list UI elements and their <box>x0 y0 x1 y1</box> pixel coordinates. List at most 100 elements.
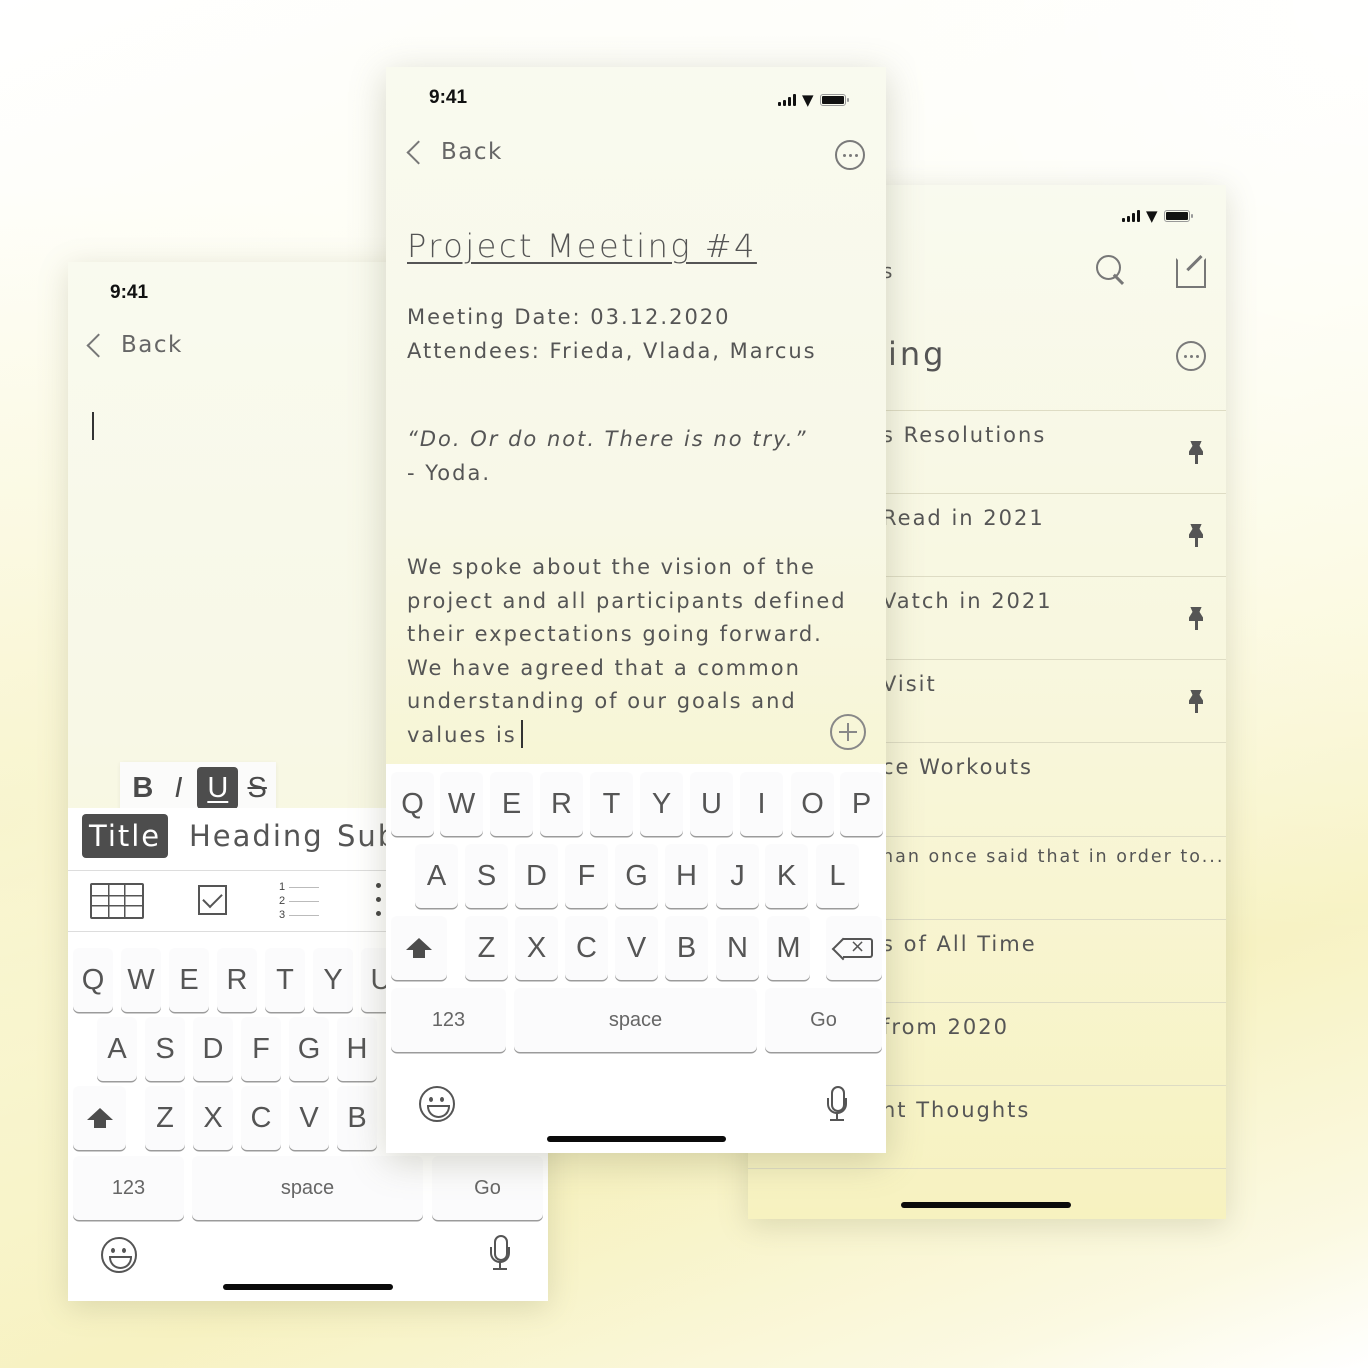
battery-icon <box>819 94 849 106</box>
numbers-key[interactable]: 123 <box>73 1156 184 1220</box>
key-a[interactable]: A <box>415 844 458 908</box>
key-z[interactable]: Z <box>465 916 508 980</box>
key-s[interactable]: S <box>145 1017 185 1081</box>
search-icon[interactable] <box>1096 255 1128 287</box>
note-body[interactable]: We spoke about the vision of the project… <box>407 551 867 753</box>
note-title: ce Workouts <box>882 755 1033 779</box>
pin-icon[interactable] <box>1186 607 1206 633</box>
pin-icon[interactable] <box>1186 441 1206 467</box>
key-m[interactable]: M <box>767 916 810 980</box>
more-options-icon[interactable] <box>1176 341 1206 371</box>
key-f[interactable]: F <box>565 844 608 908</box>
note-quote[interactable]: “Do. Or do not. There is no try.” - Yoda… <box>407 423 807 490</box>
numbers-key[interactable]: 123 <box>391 988 506 1052</box>
key-j[interactable]: J <box>716 844 759 908</box>
key-w[interactable]: W <box>440 772 483 836</box>
key-b[interactable]: B <box>665 916 708 980</box>
quote-author: - Yoda. <box>407 460 492 485</box>
note-title: Read in 2021 <box>882 506 1045 530</box>
key-g[interactable]: G <box>289 1017 329 1081</box>
note-title[interactable]: Project Meeting #4 <box>407 227 757 265</box>
body-line: their expectations going forward. <box>407 622 823 647</box>
add-attachment-icon[interactable] <box>830 714 866 750</box>
key-x[interactable]: X <box>515 916 558 980</box>
home-indicator[interactable] <box>223 1284 393 1290</box>
key-y[interactable]: Y <box>640 772 683 836</box>
key-l[interactable]: L <box>816 844 859 908</box>
key-v[interactable]: V <box>615 916 658 980</box>
key-h[interactable]: H <box>337 1017 377 1081</box>
key-k[interactable]: K <box>765 844 808 908</box>
key-n[interactable]: N <box>716 916 759 980</box>
status-icons: ▼ <box>778 91 849 109</box>
checklist-icon[interactable] <box>198 885 227 915</box>
list-number: 2 <box>279 895 286 907</box>
space-key[interactable]: space <box>192 1156 423 1220</box>
key-d[interactable]: D <box>515 844 558 908</box>
chevron-left-icon <box>406 139 431 165</box>
style-title[interactable]: Title <box>82 814 169 858</box>
key-u[interactable]: U <box>690 772 733 836</box>
microphone-icon[interactable] <box>489 1235 511 1271</box>
numbered-list-icon[interactable]: 1 2 3 <box>279 880 325 924</box>
note-preview: nan once said that in order to... <box>882 847 1225 867</box>
note-editor-screen: 9:41 ▼ Back Project Meeting #4 Meeting D… <box>386 67 886 1153</box>
back-button[interactable]: Back <box>402 139 503 165</box>
body-line: We spoke about the vision of the <box>407 555 816 579</box>
delete-key[interactable] <box>826 916 882 980</box>
shift-key[interactable] <box>391 916 447 980</box>
key-t[interactable]: T <box>265 948 305 1012</box>
key-o[interactable]: O <box>791 772 834 836</box>
key-w[interactable]: W <box>121 948 161 1012</box>
bulleted-list-icon[interactable] <box>376 883 382 919</box>
emoji-icon[interactable] <box>419 1086 455 1122</box>
key-f[interactable]: F <box>241 1017 281 1081</box>
key-i[interactable]: I <box>740 772 783 836</box>
home-indicator[interactable] <box>901 1202 1071 1208</box>
key-v[interactable]: V <box>289 1086 329 1150</box>
microphone-icon[interactable] <box>826 1086 848 1122</box>
strikethrough-button[interactable]: S <box>240 767 274 809</box>
note-meta[interactable]: Meeting Date: 03.12.2020 Attendees: Frie… <box>407 301 817 368</box>
key-y[interactable]: Y <box>313 948 353 1012</box>
underline-button[interactable]: U <box>197 767 239 809</box>
style-heading[interactable]: Heading <box>182 814 331 858</box>
back-button[interactable]: Back <box>82 332 183 358</box>
key-s[interactable]: S <box>465 844 508 908</box>
key-q[interactable]: Q <box>73 948 113 1012</box>
key-r[interactable]: R <box>217 948 257 1012</box>
pin-icon[interactable] <box>1186 690 1206 716</box>
key-x[interactable]: X <box>193 1086 233 1150</box>
key-h[interactable]: H <box>665 844 708 908</box>
emoji-icon[interactable] <box>101 1237 137 1273</box>
key-d[interactable]: D <box>193 1017 233 1081</box>
key-z[interactable]: Z <box>145 1086 185 1150</box>
signal-icon <box>1122 210 1140 222</box>
key-e[interactable]: E <box>169 948 209 1012</box>
compose-icon[interactable] <box>1176 255 1206 288</box>
status-time: 9:41 <box>110 282 149 303</box>
pin-icon[interactable] <box>1186 524 1206 550</box>
key-c[interactable]: C <box>565 916 608 980</box>
key-b[interactable]: B <box>337 1086 377 1150</box>
table-icon[interactable] <box>90 883 144 919</box>
folder-heading: ing <box>888 335 947 373</box>
note-title: Vatch in 2021 <box>882 589 1053 613</box>
key-p[interactable]: P <box>840 772 883 836</box>
key-r[interactable]: R <box>540 772 583 836</box>
key-c[interactable]: C <box>241 1086 281 1150</box>
bold-button[interactable]: B <box>126 767 160 809</box>
go-key[interactable]: Go <box>432 1156 543 1220</box>
more-options-icon[interactable] <box>835 140 865 170</box>
key-g[interactable]: G <box>615 844 658 908</box>
key-q[interactable]: Q <box>391 772 434 836</box>
home-indicator[interactable] <box>547 1136 726 1142</box>
key-t[interactable]: T <box>590 772 633 836</box>
space-key[interactable]: space <box>514 988 757 1052</box>
shift-key[interactable] <box>73 1086 126 1150</box>
go-key[interactable]: Go <box>765 988 882 1052</box>
key-e[interactable]: E <box>490 772 533 836</box>
italic-button[interactable]: I <box>162 767 196 809</box>
key-a[interactable]: A <box>97 1017 137 1081</box>
back-label: Back <box>121 332 183 358</box>
